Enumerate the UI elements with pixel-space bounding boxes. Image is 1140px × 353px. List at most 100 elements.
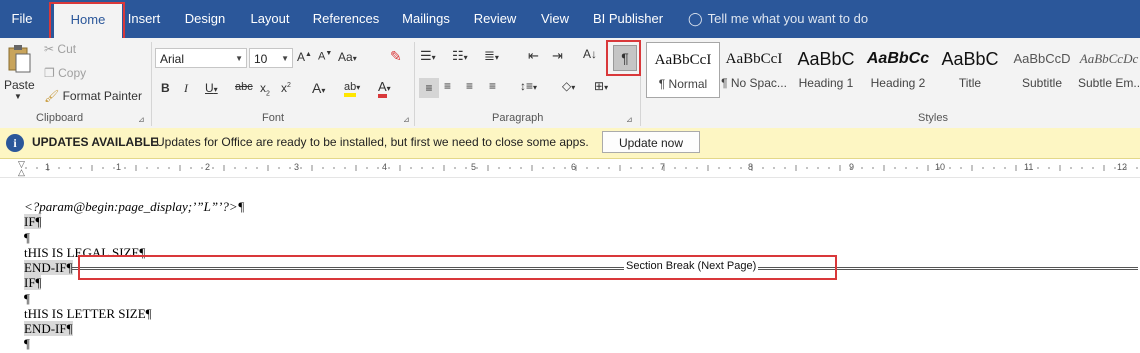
section-break-highlight: [78, 255, 837, 280]
underline-icon[interactable]: U▾: [205, 81, 218, 95]
scissors-icon: ✂: [44, 42, 55, 56]
style-preview: AaBbC: [941, 49, 999, 69]
numbering-icon[interactable]: ☷▾: [452, 48, 468, 64]
empty-paragraph[interactable]: ¶: [24, 230, 30, 245]
letter-size-line[interactable]: tHIS IS LETTER SIZE¶: [24, 306, 152, 321]
paste-icon[interactable]: [6, 44, 32, 74]
notification-message: Updates for Office are ready to be insta…: [156, 135, 589, 149]
ruler-number: 11: [1024, 162, 1034, 172]
highlight-color-icon[interactable]: ab▾: [344, 79, 360, 97]
change-case-icon[interactable]: Aa▾: [338, 50, 357, 64]
style-heading-2[interactable]: AaBbCc Heading 2: [862, 42, 934, 98]
end-if-field[interactable]: END-IF¶: [24, 321, 73, 336]
multilevel-list-icon[interactable]: ≣▾: [484, 48, 499, 64]
info-icon: i: [6, 134, 24, 152]
tab-bi-publisher[interactable]: BI Publisher: [588, 0, 668, 38]
style-preview: AaBbCc: [866, 50, 930, 67]
chevron-down-icon: ▼: [235, 54, 243, 63]
clear-formatting-icon[interactable]: ✎: [390, 48, 402, 65]
dialog-launcher-icon[interactable]: ⊿: [403, 115, 410, 124]
shrink-font-icon[interactable]: A▼: [318, 50, 332, 63]
ruler-number: 2: [205, 162, 211, 172]
strikethrough-icon[interactable]: abc: [235, 81, 253, 93]
tab-layout[interactable]: Layout: [244, 0, 296, 38]
style-no-spacing[interactable]: AaBbCcI ¶ No Spac...: [718, 42, 790, 98]
align-right-icon[interactable]: ≡: [466, 79, 473, 93]
shading-icon[interactable]: ◇▾: [562, 79, 575, 93]
update-notification-bar: i UPDATES AVAILABLE Updates for Office a…: [0, 128, 1140, 159]
ruler-number: 12: [1117, 162, 1128, 172]
ruler-number: 7: [660, 162, 666, 172]
group-separator: [414, 42, 415, 126]
param-line[interactable]: <?param@begin:page_display;’”L”’?>¶: [24, 199, 244, 214]
ruler-number: 5: [471, 162, 477, 172]
justify-icon[interactable]: ≡: [489, 79, 496, 93]
indent-marker-icon[interactable]: ▽ △: [18, 160, 25, 177]
dialog-launcher-icon[interactable]: ⊿: [138, 115, 145, 124]
document-area[interactable]: <?param@begin:page_display;’”L”’?>¶ IF¶ …: [0, 178, 1140, 353]
dialog-launcher-icon[interactable]: ⊿: [626, 115, 633, 124]
copy-button[interactable]: ❐ Copy: [44, 66, 86, 80]
cut-label: Cut: [57, 42, 77, 56]
tab-view[interactable]: View: [534, 0, 576, 38]
cut-button[interactable]: ✂ Cut: [44, 42, 76, 56]
font-color-icon[interactable]: A▾: [378, 79, 391, 98]
font-size-value: 10: [254, 52, 268, 66]
empty-paragraph[interactable]: ¶: [24, 291, 30, 306]
style-heading-1[interactable]: AaBbC Heading 1: [790, 42, 862, 98]
font-size-combo[interactable]: 10 ▼: [249, 48, 293, 68]
sort-icon[interactable]: A↓: [583, 47, 597, 61]
style-title[interactable]: AaBbC Title: [934, 42, 1006, 98]
font-name-combo[interactable]: Arial ▼: [155, 48, 247, 68]
subscript-icon[interactable]: x2: [260, 81, 270, 97]
tab-design[interactable]: Design: [178, 0, 232, 38]
tell-me-box[interactable]: ◯ Tell me what you want to do: [688, 0, 868, 38]
notification-title: UPDATES AVAILABLE: [32, 135, 159, 149]
lightbulb-icon: ◯: [688, 11, 703, 26]
style-subtle-emphasis[interactable]: AaBbCcDc Subtle Em...: [1078, 42, 1140, 98]
if-field[interactable]: IF¶: [24, 214, 42, 229]
horizontal-ruler[interactable]: ▽ △ 1 1 2 3 4 5 6 7 8 9 10 11 12: [0, 159, 1140, 178]
style-normal[interactable]: AaBbCcI ¶ Normal: [646, 42, 720, 98]
ruler-ticks: [25, 165, 1138, 171]
ruler-number: 4: [382, 162, 388, 172]
increase-indent-icon[interactable]: ⇥: [552, 48, 563, 64]
style-subtitle[interactable]: AaBbCcD Subtitle: [1006, 42, 1078, 98]
align-left-icon[interactable]: ≡: [419, 78, 439, 98]
empty-paragraph[interactable]: ¶: [24, 336, 30, 351]
borders-icon[interactable]: ⊞▾: [594, 79, 608, 93]
style-label: ¶ Normal: [658, 77, 708, 91]
style-label: Subtitle: [1021, 76, 1063, 90]
format-painter-button[interactable]: 🖌 Format Painter: [44, 89, 142, 103]
italic-icon[interactable]: I: [184, 81, 188, 96]
tab-insert[interactable]: Insert: [122, 0, 166, 38]
paste-button[interactable]: Paste: [4, 78, 35, 92]
if-field[interactable]: IF¶: [24, 275, 42, 290]
tab-file[interactable]: File: [0, 0, 44, 38]
text-effects-icon[interactable]: A▾: [312, 80, 325, 96]
copy-icon: ❐: [44, 66, 55, 80]
bullets-icon[interactable]: ☰▾: [420, 48, 436, 64]
style-preview: AaBbCcDc: [1079, 51, 1139, 66]
ruler-number: 1: [45, 162, 51, 172]
superscript-icon[interactable]: x2: [281, 81, 291, 95]
ruler-number: 1: [116, 162, 122, 172]
tab-mailings[interactable]: Mailings: [396, 0, 456, 38]
end-if-field-text: END-IF¶: [24, 321, 73, 336]
grow-font-icon[interactable]: A▲: [297, 50, 312, 64]
copy-label: Copy: [58, 66, 87, 80]
tab-review[interactable]: Review: [468, 0, 522, 38]
style-label: ¶ No Spac...: [721, 76, 787, 90]
end-if-field[interactable]: END-IF¶: [24, 260, 73, 275]
line-spacing-icon[interactable]: ↕≡▾: [520, 79, 537, 93]
tab-references[interactable]: References: [308, 0, 384, 38]
style-preview: AaBbCcD: [1013, 51, 1071, 66]
update-now-button[interactable]: Update now: [602, 131, 700, 153]
home-tab-highlight: [49, 2, 125, 43]
ruler-number: 6: [571, 162, 577, 172]
paste-dropdown-icon[interactable]: ▼: [14, 92, 22, 101]
decrease-indent-icon[interactable]: ⇤: [528, 48, 539, 64]
align-center-icon[interactable]: ≡: [444, 79, 451, 93]
format-painter-label: Format Painter: [62, 89, 142, 103]
bold-icon[interactable]: B: [161, 81, 170, 95]
